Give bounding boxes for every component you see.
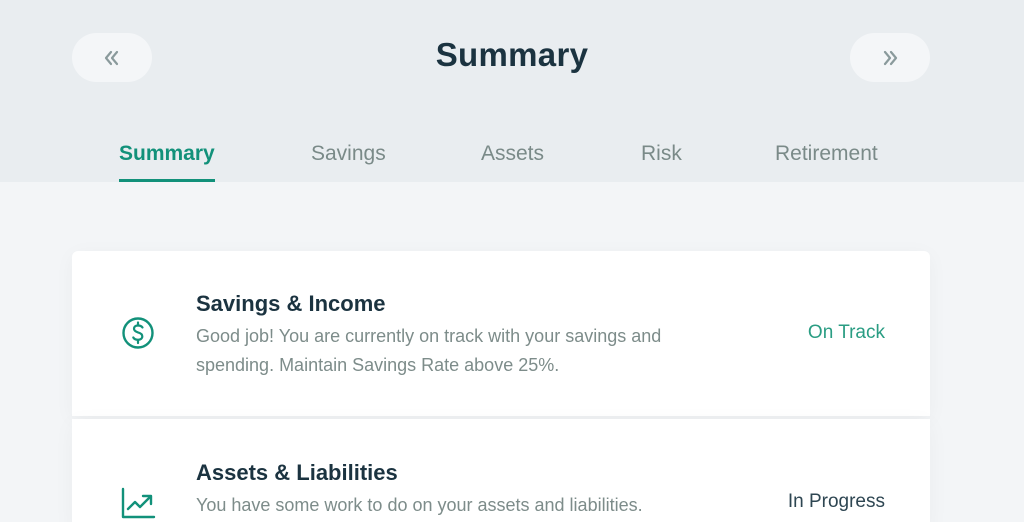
- summary-item-title: Assets & Liabilities: [196, 460, 398, 485]
- tab-savings[interactable]: Savings: [311, 142, 386, 182]
- tab-assets[interactable]: Assets: [481, 142, 544, 182]
- status-badge: On Track: [807, 322, 885, 343]
- trending-up-chart-icon: [121, 487, 156, 519]
- dollar-circle-icon: [122, 317, 154, 349]
- summary-item-description: You have some work to do on your assets …: [196, 495, 643, 515]
- summary-item-savings-income[interactable]: Savings & Income Good job! You are curre…: [72, 251, 930, 416]
- tab-risk[interactable]: Risk: [641, 142, 682, 182]
- status-badge: In Progress: [787, 491, 885, 512]
- double-chevron-right-icon: [883, 50, 898, 65]
- page-header: Summary Summary Savings Assets Risk Reti…: [0, 0, 1024, 182]
- summary-item-assets-liabilities[interactable]: Assets & Liabilities You have some work …: [72, 419, 930, 522]
- summary-item-title: Savings & Income: [196, 291, 386, 316]
- summary-item-description: Good job! You are currently on track wit…: [196, 326, 662, 375]
- next-page-button[interactable]: [850, 33, 930, 82]
- tab-bar: Summary Savings Assets Risk Retirement: [0, 142, 1024, 182]
- tab-retirement[interactable]: Retirement: [775, 142, 878, 182]
- tab-summary[interactable]: Summary: [119, 142, 215, 182]
